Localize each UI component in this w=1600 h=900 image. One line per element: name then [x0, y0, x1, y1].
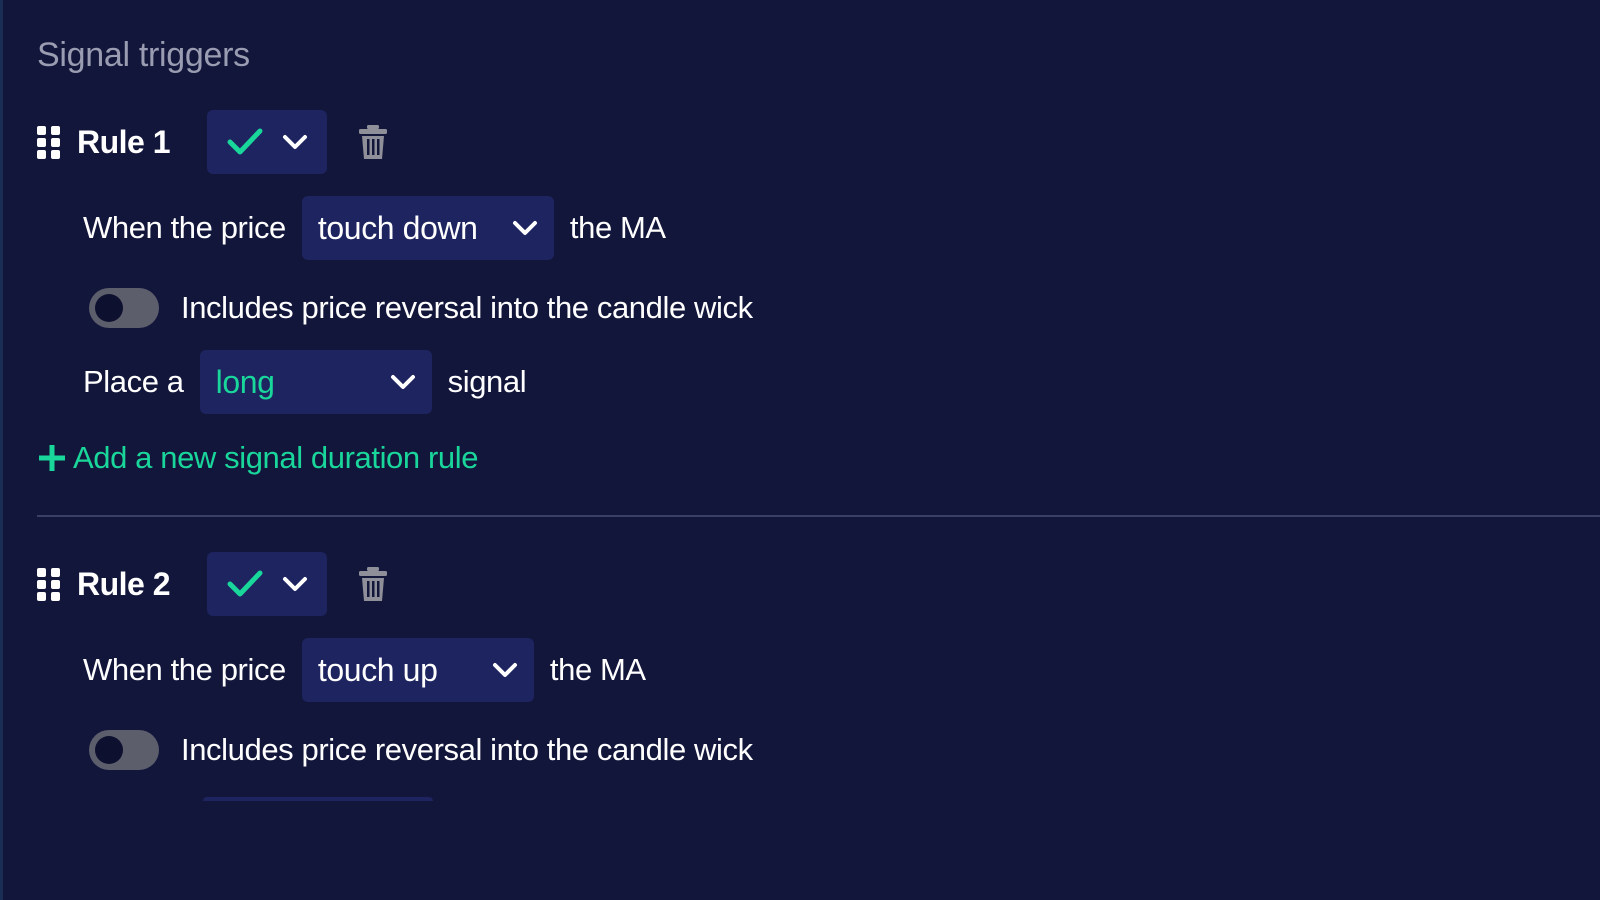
condition-prefix: When the price [83, 652, 286, 687]
toggle-label: Includes price reversal into the candle … [181, 290, 753, 325]
toggle-knob [95, 294, 123, 322]
condition-suffix: the MA [569, 210, 666, 245]
chevron-down-icon [282, 135, 307, 149]
section-title: Signal triggers [37, 36, 250, 74]
rule-2-title: Rule 2 [77, 565, 171, 602]
drag-handle-icon[interactable] [37, 566, 61, 602]
rule-1-wick-toggle[interactable] [89, 288, 159, 328]
rule-2-condition-row: When the price touch up the MA [83, 638, 646, 702]
add-signal-duration-rule-link[interactable]: Add a new signal duration rule [37, 440, 478, 476]
check-icon [227, 128, 262, 155]
rule-1-condition-select[interactable]: touch down [301, 196, 554, 260]
rule-1-signal-row: Place a long signal [83, 350, 527, 414]
rule-2-signal-select-partial[interactable] [203, 797, 433, 801]
condition-value: touch down [317, 209, 478, 246]
trash-icon[interactable] [357, 566, 389, 602]
rule-1-signal-select[interactable]: long [199, 350, 432, 414]
condition-suffix: the MA [549, 652, 646, 687]
signal-prefix: Place a [83, 364, 184, 399]
rule-1-title: Rule 1 [77, 123, 171, 160]
rule-1-toggle-row: Includes price reversal into the candle … [89, 283, 753, 333]
signal-value: long [215, 363, 275, 400]
rule-2-header: Rule 2 [37, 552, 437, 616]
drag-handle-icon[interactable] [37, 124, 61, 160]
chevron-down-icon [390, 375, 415, 389]
toggle-knob [95, 736, 123, 764]
rule-2-wick-toggle[interactable] [89, 730, 159, 770]
rule-divider [37, 515, 1600, 517]
chevron-down-icon [282, 577, 307, 591]
chevron-down-icon [492, 663, 517, 677]
rule-2-status-select[interactable] [207, 552, 327, 616]
signal-suffix: signal [447, 364, 527, 399]
plus-icon [39, 445, 65, 471]
signal-triggers-panel: Signal triggers Rule 1 When the price to… [0, 0, 1600, 900]
rule-1-condition-row: When the price touch down the MA [83, 196, 666, 260]
rule-2-condition-select[interactable]: touch up [301, 638, 534, 702]
rule-2-toggle-row: Includes price reversal into the candle … [89, 725, 753, 775]
add-rule-label: Add a new signal duration rule [73, 440, 479, 475]
rule-1-header: Rule 1 [37, 110, 437, 174]
condition-prefix: When the price [83, 210, 286, 245]
toggle-label: Includes price reversal into the candle … [181, 732, 753, 767]
trash-icon[interactable] [357, 124, 389, 160]
check-icon [227, 570, 262, 597]
rule-1-status-select[interactable] [207, 110, 327, 174]
chevron-down-icon [512, 221, 537, 235]
condition-value: touch up [317, 651, 438, 688]
